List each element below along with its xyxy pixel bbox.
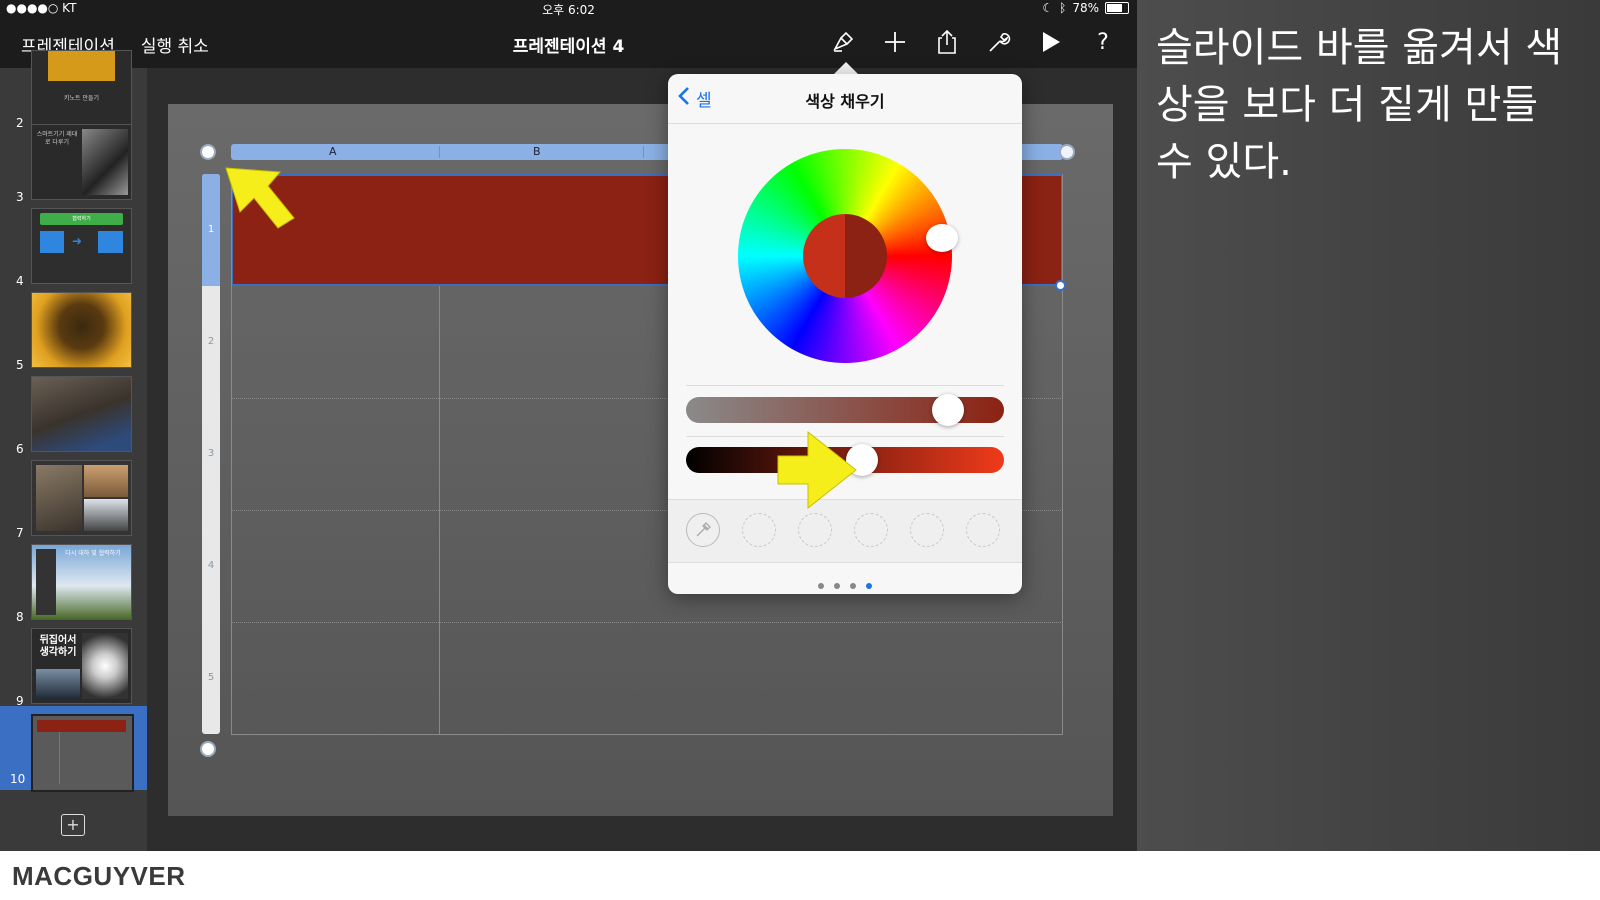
slide-thumbnail-8[interactable]: 다시 대하 및 협력하기 8 xyxy=(0,542,147,626)
slide-thumbnail-3[interactable]: 스마트기기 제대로 다루기 3 xyxy=(0,122,147,206)
custom-color-slot[interactable] xyxy=(798,513,832,547)
brand-logo: MACGUYVER xyxy=(12,861,186,891)
thumbnail-image xyxy=(48,51,115,81)
column-header-b[interactable]: B xyxy=(533,144,541,160)
slide-number: 3 xyxy=(16,190,24,204)
slide-thumbnail-9[interactable]: 뒤집어서 생각하기 9 xyxy=(0,626,147,710)
slide-number: 5 xyxy=(16,358,24,372)
selected-color-swatch xyxy=(803,214,887,298)
table-select-handle[interactable] xyxy=(200,144,216,160)
thumbnail-image xyxy=(31,292,132,368)
row-header-3[interactable]: 3 xyxy=(202,448,220,459)
custom-color-slot[interactable] xyxy=(910,513,944,547)
yellow-arrow-right-icon xyxy=(777,430,857,510)
status-bar: ●●●●○ KT 오후 6:02 ☾ ᛒ 78% xyxy=(0,0,1137,18)
row-header-2[interactable]: 2 xyxy=(202,336,220,347)
slide-number: 8 xyxy=(16,610,24,624)
thumbnail-image xyxy=(31,376,132,452)
thumbnail-image xyxy=(82,129,128,195)
battery-percent: 78% xyxy=(1072,1,1099,15)
format-brush-icon[interactable] xyxy=(829,28,857,56)
column-header-a[interactable]: A xyxy=(329,144,337,160)
table-row[interactable] xyxy=(231,622,1063,735)
custom-color-slot[interactable] xyxy=(742,513,776,547)
slide-number: 4 xyxy=(16,274,24,288)
footer: MACGUYVER xyxy=(0,851,1600,900)
thumbnail-caption: 스마트기기 제대로 다루기 xyxy=(36,131,78,146)
annotation-panel: 슬라이드 바를 옮겨서 색상을 보다 더 짙게 만들 수 있다. xyxy=(1137,0,1600,851)
color-fill-popover: 셀 색상 채우기 xyxy=(668,74,1022,594)
slide-number: 6 xyxy=(16,442,24,456)
slide-thumbnail-6[interactable]: 6 xyxy=(0,374,147,458)
thumbnail-image xyxy=(82,633,128,699)
slide-navigator: 키노트 만들기 2 스마트기기 제대로 다루기 3 협력하기 ➜ 4 5 6 7… xyxy=(0,50,147,851)
slide-thumbnail-5[interactable]: 5 xyxy=(0,290,147,374)
slide-thumbnail-7[interactable]: 7 xyxy=(0,458,147,542)
wrench-icon[interactable] xyxy=(985,28,1013,56)
custom-color-slot[interactable] xyxy=(854,513,888,547)
toolbar: 프레젠테이션 실행 취소 프레젠테이션 4 ? xyxy=(0,18,1137,68)
color-wheel[interactable] xyxy=(738,149,958,363)
row-header-5[interactable]: 5 xyxy=(202,672,220,683)
row-header-4[interactable]: 4 xyxy=(202,560,220,571)
thumbnail-caption: 뒤집어서 생각하기 xyxy=(39,635,77,658)
slide-thumbnail-4[interactable]: 협력하기 ➜ 4 xyxy=(0,206,147,290)
yellow-arrow-pointer-icon xyxy=(225,167,295,229)
annotation-text: 슬라이드 바를 옮겨서 색상을 보다 더 짙게 만들 수 있다. xyxy=(1156,25,1563,185)
add-slide-button[interactable]: + xyxy=(61,814,85,836)
arrow-right-icon: ➜ xyxy=(72,234,83,248)
clock: 오후 6:02 xyxy=(542,3,595,17)
bluetooth-icon: ᛒ xyxy=(1059,1,1067,15)
slide-thumbnail-10[interactable]: 10 xyxy=(0,706,147,792)
page-indicator[interactable] xyxy=(668,574,1022,593)
thumbnail-banner: 협력하기 xyxy=(40,213,123,225)
add-column-handle[interactable] xyxy=(1059,144,1075,160)
plus-icon[interactable] xyxy=(881,28,909,56)
saturation-slider[interactable] xyxy=(686,394,1004,426)
add-row-handle[interactable] xyxy=(200,741,216,757)
play-icon[interactable] xyxy=(1037,28,1065,56)
battery-icon xyxy=(1105,2,1129,14)
selection-resize-handle[interactable] xyxy=(1055,280,1066,291)
popover-title: 색상 채우기 xyxy=(805,92,885,111)
eyedropper-icon[interactable] xyxy=(686,513,720,547)
popover-arrow xyxy=(834,62,858,74)
slide-thumbnail-2[interactable]: 키노트 만들기 2 xyxy=(0,48,147,132)
slide-number: 10 xyxy=(10,772,26,786)
thumbnail-caption: 다시 대하 및 협력하기 xyxy=(65,550,121,557)
saturation-knob[interactable] xyxy=(931,394,964,426)
slide-number: 7 xyxy=(16,526,24,540)
moon-icon: ☾ xyxy=(1042,1,1054,15)
thumbnail-caption: 키노트 만들기 xyxy=(63,95,100,102)
help-icon[interactable]: ? xyxy=(1089,28,1117,56)
custom-color-slot[interactable] xyxy=(966,513,1000,547)
thumbnail-image xyxy=(36,465,82,531)
hue-knob[interactable] xyxy=(926,224,958,252)
row-header-bar[interactable]: 1 2 3 4 5 xyxy=(202,174,220,734)
share-icon[interactable] xyxy=(933,28,961,56)
ipad-screen: ●●●●○ KT 오후 6:02 ☾ ᛒ 78% 프레젠테이션 실행 취소 프레… xyxy=(0,0,1137,851)
